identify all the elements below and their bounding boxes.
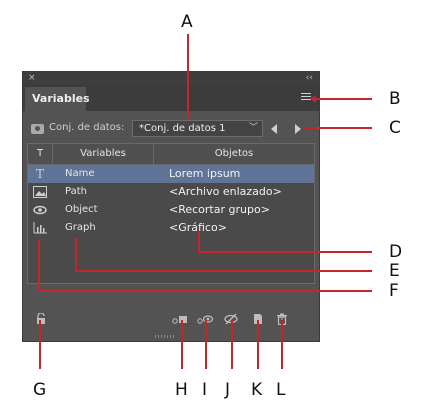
panel-bottom-bar [23,297,319,341]
variables-table: T Variables Objetos T Name Lorem ipsum P… [27,143,315,284]
column-header-objects[interactable]: Objetos [154,144,314,164]
callout-label-d: D [389,242,403,262]
callout-line-k [257,320,259,369]
callout-label-c: C [389,118,401,138]
table-header: T Variables Objetos [28,144,314,165]
callout-line-j [231,320,233,369]
dataset-select[interactable]: *Conj. de datos 1 ﹀ [132,120,263,137]
variable-object: <Recortar grupo> [169,203,270,216]
image-variable-icon [33,186,47,198]
next-dataset-button[interactable] [295,124,301,134]
callout-label-b: B [389,89,401,109]
make-object-dynamic-icon[interactable] [172,310,187,324]
callout-line-d-h [198,251,372,253]
callout-label-j: J [225,380,231,400]
callout-label-g: G [33,380,47,400]
table-row[interactable]: Object <Recortar grupo> [28,201,314,219]
callout-label-l: L [276,380,286,400]
callout-label-k: K [251,380,263,400]
text-variable-icon: T [35,167,44,181]
callout-line-l [281,320,283,369]
callout-label-h: H [175,380,188,400]
variable-name: Object [65,204,98,215]
graph-variable-icon [33,222,47,234]
callout-line-h [181,320,183,369]
lock-icon[interactable] [35,310,49,324]
callout-label-i: I [202,380,208,400]
callout-label-e: E [389,261,400,281]
new-variable-icon[interactable] [252,310,266,324]
table-row[interactable]: T Name Lorem ipsum [28,165,314,183]
variable-name: Path [65,186,87,197]
column-header-type[interactable]: T [28,144,52,164]
callout-line-f-h [38,290,372,292]
column-header-variables[interactable]: Variables [53,144,153,164]
variable-object: Lorem ipsum [169,167,241,180]
visibility-variable-icon [33,204,47,216]
callout-line-f-v [38,240,40,292]
callout-label-a: A [181,12,193,32]
resize-grip[interactable] [155,335,175,338]
panel-tab-strip: Variables [23,84,319,111]
table-row[interactable]: Path <Archivo enlazado> [28,183,314,201]
callout-line-d-v [198,232,200,252]
dataset-label: Conj. de datos: [49,122,125,133]
callout-line-c [304,127,372,129]
callout-line-e-h [75,270,372,272]
dataset-row: Conj. de datos: *Conj. de datos 1 ﹀ [23,119,319,139]
collapse-panel-button[interactable]: ‹‹ [306,72,313,84]
callout-line-e-v [75,238,77,272]
variable-name: Graph [65,222,96,233]
chevron-down-icon: ﹀ [248,123,258,133]
variable-object: <Archivo enlazado> [169,185,282,198]
table-row[interactable]: Graph <Gráfico> [28,219,314,237]
dataset-select-value: *Conj. de datos 1 [139,123,226,134]
callout-line-g [39,320,41,369]
make-visibility-dynamic-icon[interactable] [197,310,214,324]
panel-titlebar: × ‹‹ [23,72,319,84]
callout-arrow-b [310,95,316,103]
variable-name: Name [65,168,95,179]
callout-line-a [187,34,189,120]
capture-dataset-icon[interactable] [31,124,44,134]
previous-dataset-button[interactable] [271,124,277,134]
tab-variables[interactable]: Variables [25,87,90,111]
close-panel-button[interactable]: × [28,72,36,84]
callout-line-b [315,98,372,100]
variables-panel: × ‹‹ Variables Conj. de datos: *Conj. de… [22,71,320,342]
callout-label-f: F [389,281,399,301]
trash-icon[interactable] [276,310,290,326]
callout-line-i [205,320,207,369]
